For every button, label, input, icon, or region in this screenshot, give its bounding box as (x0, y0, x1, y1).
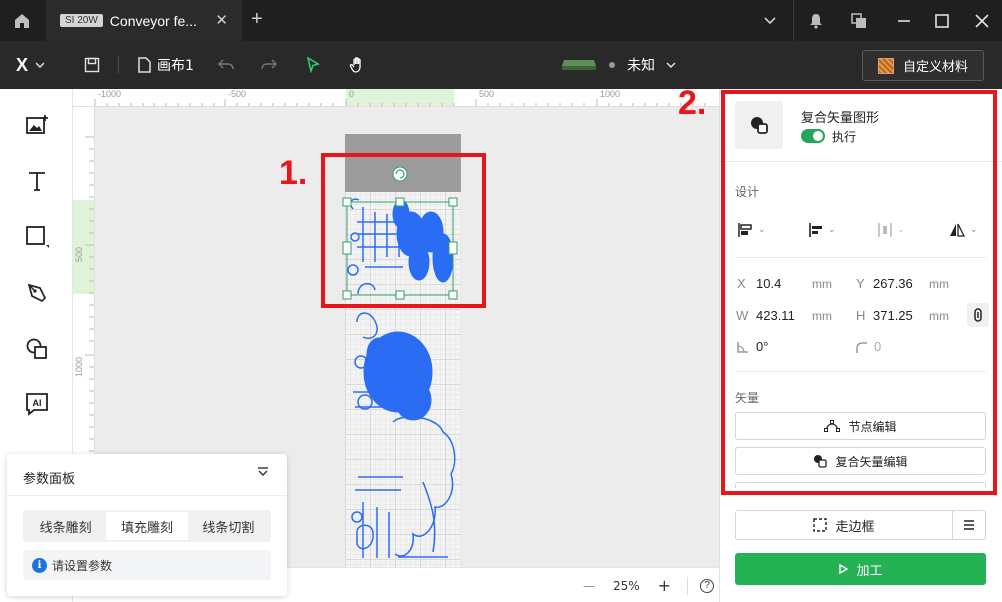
save-button[interactable] (84, 41, 100, 89)
play-icon (839, 564, 849, 574)
document-icon (138, 57, 151, 73)
select-tool-button[interactable] (306, 41, 320, 89)
text-tool-button[interactable] (22, 166, 52, 196)
ruler-label: 500 (479, 89, 495, 99)
annotation-box-2 (721, 90, 997, 495)
tabs-dropdown-button[interactable] (748, 0, 792, 41)
frame-icon (813, 518, 828, 532)
home-icon (15, 13, 29, 28)
status-dot (609, 62, 615, 68)
shape-tool-icon (26, 226, 49, 248)
minimize-icon (898, 19, 910, 22)
windows-button[interactable] (837, 0, 881, 41)
tab-fill-engrave[interactable]: 填充雕刻 (106, 512, 188, 540)
device-status: 未知 (627, 58, 655, 74)
boolean-tool-icon (26, 338, 47, 359)
tab-title: Conveyor fe... (109, 12, 197, 29)
material-label: 自定义材料 (902, 60, 968, 75)
canvas-selector[interactable]: 画布1 (138, 41, 194, 89)
notification-button[interactable] (794, 0, 838, 41)
collapse-panel-button[interactable] (257, 466, 269, 482)
image-tool-button[interactable] (22, 110, 52, 140)
frame-options-button[interactable] (953, 510, 986, 540)
frame-label: 走边框 (835, 519, 875, 535)
custom-material-button[interactable]: 自定义材料 (862, 50, 984, 81)
cursor-icon (306, 57, 320, 73)
chevron-down-icon (35, 62, 45, 69)
pan-tool-button[interactable] (349, 41, 367, 89)
hint-text: 请设置参数 (52, 558, 113, 573)
undo-button[interactable] (218, 41, 234, 89)
close-window-button[interactable] (960, 0, 1002, 41)
device-badge: SI 20W (60, 14, 103, 27)
process-button[interactable]: 加工 (735, 553, 986, 585)
material-swatch-icon (877, 57, 894, 74)
ruler-label: 1000 (600, 89, 621, 99)
app-menu-button[interactable]: X (16, 41, 46, 89)
hand-icon (349, 57, 361, 73)
process-type-tabs: 线条雕刻 填充雕刻 线条切割 (23, 510, 271, 542)
parameter-panel: 参数面板 线条雕刻 填充雕刻 线条切割 i 请设置参数 (7, 454, 287, 596)
redo-button[interactable] (261, 41, 277, 89)
device-selector[interactable]: 未知 (561, 41, 677, 89)
image-tool-icon (26, 115, 48, 134)
collapse-icon (258, 467, 268, 476)
maximize-icon (935, 13, 949, 28)
zoom-in-button[interactable]: + (658, 576, 671, 595)
title-bar: SI 20W Conveyor fe... ✕ + (0, 0, 1002, 41)
redo-icon (261, 59, 277, 70)
home-button[interactable] (0, 0, 44, 41)
zoom-controls: — 25% + ? (583, 568, 715, 602)
canvas-name: 画布1 (157, 58, 194, 74)
panel-title: 参数面板 (23, 472, 76, 487)
main-toolbar: X 画布1 未知 自定义材料 (0, 41, 1002, 89)
windows-icon (851, 12, 866, 28)
annotation-label-1: 1. (279, 154, 308, 192)
chevron-down-icon (764, 16, 776, 24)
boolean-tool-button[interactable] (22, 334, 52, 364)
tab-line-cut[interactable]: 线条切割 (188, 512, 269, 540)
annotation-label-2: 2. (678, 84, 707, 122)
pen-tool-button[interactable] (22, 278, 52, 308)
maximize-button[interactable] (920, 0, 964, 41)
frame-button[interactable]: 走边框 (735, 510, 953, 540)
top-ruler: -1000 -500 0 500 1000 (73, 89, 719, 107)
ruler-label: 0 (349, 89, 355, 99)
app-logo: X (16, 54, 29, 75)
help-button[interactable]: ? (700, 578, 715, 593)
ai-tool-button[interactable]: AI (22, 389, 52, 419)
process-label: 加工 (856, 563, 883, 579)
tab-line-engrave[interactable]: 线条雕刻 (25, 512, 106, 540)
close-icon (975, 13, 989, 28)
save-icon (84, 57, 100, 73)
shape-tool-button[interactable] (22, 222, 52, 252)
undo-icon (218, 59, 234, 70)
document-tab[interactable]: SI 20W Conveyor fe... ✕ (46, 0, 242, 41)
info-icon: i (32, 557, 47, 573)
menu-icon (964, 520, 974, 530)
bell-icon (810, 13, 822, 29)
ruler-label: 500 (74, 246, 84, 262)
chevron-down-icon (666, 62, 676, 69)
zoom-out-button[interactable]: — (583, 579, 595, 593)
svg-text:AI: AI (33, 398, 42, 408)
zoom-value[interactable]: 25% (613, 579, 640, 593)
text-tool-icon (29, 172, 45, 191)
ruler-label: -500 (228, 89, 247, 99)
pen-tool-icon (27, 283, 47, 303)
new-tab-button[interactable]: + (251, 8, 263, 31)
ruler-label: -1000 (98, 89, 122, 99)
ai-tool-icon: AI (26, 393, 48, 416)
parameter-hint: i 请设置参数 (23, 550, 271, 580)
laser-device-icon (562, 60, 596, 70)
ruler-label: 1000 (74, 356, 84, 377)
annotation-box-1 (321, 153, 486, 308)
tab-close-icon[interactable]: ✕ (215, 11, 228, 29)
